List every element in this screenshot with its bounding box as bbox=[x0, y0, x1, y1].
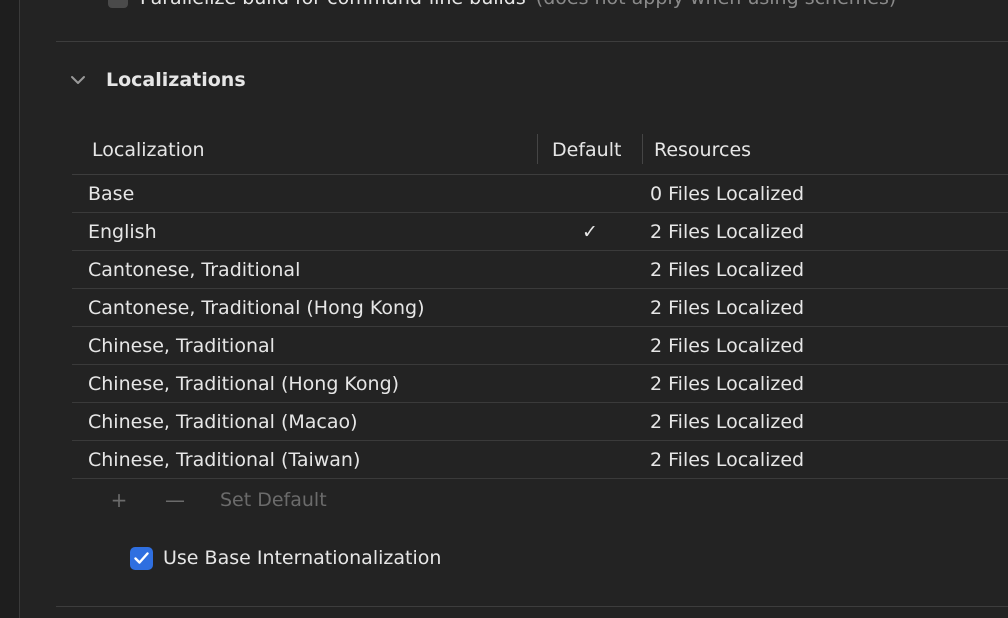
checkmark-icon bbox=[134, 552, 149, 564]
localization-name: Chinese, Traditional (Taiwan) bbox=[88, 448, 361, 471]
build-settings-panel: Parallelize build for command-line build… bbox=[20, 0, 1008, 618]
resources-count: 0 Files Localized bbox=[650, 182, 805, 205]
table-row[interactable]: Chinese, Traditional (Taiwan) 2 Files Lo… bbox=[72, 441, 1008, 479]
table-row[interactable]: Chinese, Traditional (Macao) 2 Files Loc… bbox=[72, 403, 1008, 441]
table-row[interactable]: Cantonese, Traditional (Hong Kong) 2 Fil… bbox=[72, 289, 1008, 327]
left-gutter bbox=[0, 0, 20, 618]
add-localization-button[interactable]: + bbox=[100, 488, 138, 512]
column-header-default[interactable]: Default bbox=[552, 126, 621, 174]
resources-count: 2 Files Localized bbox=[650, 372, 805, 395]
parallelize-build-checkbox[interactable] bbox=[108, 0, 128, 8]
default-checkmark bbox=[580, 289, 600, 326]
localization-name: Chinese, Traditional (Macao) bbox=[88, 410, 358, 433]
default-checkmark: ✓ bbox=[582, 220, 598, 243]
parallelize-build-option[interactable]: Parallelize build for command-line build… bbox=[108, 0, 896, 10]
localization-name: Chinese, Traditional bbox=[88, 334, 275, 357]
default-checkmark bbox=[580, 251, 600, 288]
table-row[interactable]: Cantonese, Traditional 2 Files Localized bbox=[72, 251, 1008, 289]
remove-localization-button[interactable]: — bbox=[156, 488, 194, 512]
section-divider bbox=[56, 606, 1008, 607]
localization-name: Base bbox=[88, 182, 135, 205]
default-checkmark bbox=[580, 441, 600, 478]
parallelize-build-label: Parallelize build for command-line build… bbox=[140, 0, 526, 9]
localization-name: Cantonese, Traditional (Hong Kong) bbox=[88, 296, 425, 319]
table-row[interactable]: Chinese, Traditional (Hong Kong) 2 Files… bbox=[72, 365, 1008, 403]
column-header-localization[interactable]: Localization bbox=[92, 126, 205, 174]
table-row[interactable]: English ✓ 2 Files Localized bbox=[72, 213, 1008, 251]
set-default-button[interactable]: Set Default bbox=[220, 489, 327, 511]
base-internationalization-option[interactable]: Use Base Internationalization bbox=[130, 546, 441, 570]
resources-count: 2 Files Localized bbox=[650, 296, 805, 319]
resources-count: 2 Files Localized bbox=[650, 220, 805, 243]
section-divider bbox=[56, 41, 1008, 42]
localizations-section-header[interactable]: Localizations bbox=[68, 62, 246, 98]
base-internationalization-checkbox[interactable] bbox=[130, 546, 153, 570]
table-header: Localization Default Resources bbox=[72, 126, 1008, 175]
parallelize-build-note: (does not apply when using schemes) bbox=[536, 0, 897, 9]
chevron-down-icon[interactable] bbox=[68, 70, 88, 90]
base-internationalization-label: Use Base Internationalization bbox=[163, 547, 442, 569]
section-title: Localizations bbox=[106, 69, 246, 91]
resources-count: 2 Files Localized bbox=[650, 448, 805, 471]
column-divider[interactable] bbox=[642, 134, 643, 164]
localization-name: Chinese, Traditional (Hong Kong) bbox=[88, 372, 400, 395]
default-checkmark bbox=[580, 327, 600, 364]
default-checkmark bbox=[580, 403, 600, 440]
default-checkmark bbox=[580, 175, 600, 212]
table-row[interactable]: Chinese, Traditional 2 Files Localized bbox=[72, 327, 1008, 365]
localizations-table: Localization Default Resources Base 0 Fi… bbox=[72, 126, 1008, 479]
default-checkmark bbox=[580, 365, 600, 402]
column-divider[interactable] bbox=[537, 134, 538, 164]
resources-count: 2 Files Localized bbox=[650, 258, 805, 281]
localization-name: Cantonese, Traditional bbox=[88, 258, 301, 281]
resources-count: 2 Files Localized bbox=[650, 410, 805, 433]
column-header-resources[interactable]: Resources bbox=[654, 126, 751, 174]
resources-count: 2 Files Localized bbox=[650, 334, 805, 357]
table-row[interactable]: Base 0 Files Localized bbox=[72, 175, 1008, 213]
localizations-toolbar: + — Set Default bbox=[100, 484, 327, 516]
localization-name: English bbox=[88, 220, 157, 243]
